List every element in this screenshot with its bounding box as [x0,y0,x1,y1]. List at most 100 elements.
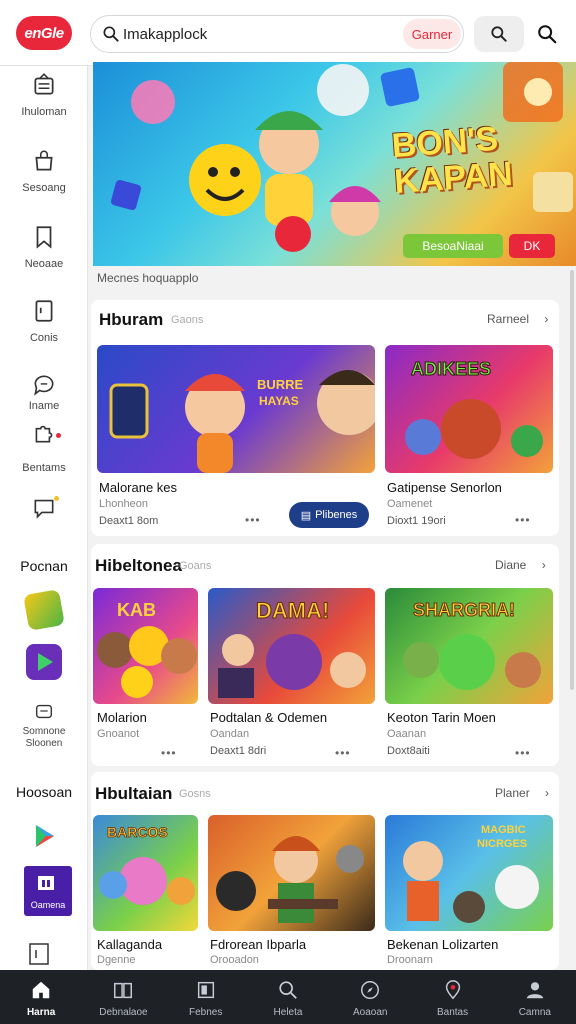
nav-label: Camna [518,1007,551,1018]
section-subtitle: Gaons [171,314,204,326]
svg-text:NICRGES: NICRGES [477,838,527,850]
section-title: Hbultaian [95,784,173,803]
more-options-icon[interactable]: ••• [515,513,531,527]
global-search-button[interactable] [522,16,572,52]
chat-icon [34,375,54,396]
game-thumbnail[interactable] [208,815,375,931]
sidebar-item-ihuloman[interactable]: Ihuloman [0,72,88,118]
game-thumbnail[interactable]: KAB [93,588,198,704]
game-thumbnail[interactable]: ADIKEES [385,345,553,473]
more-options-icon[interactable]: ••• [515,746,531,760]
nav-item-home[interactable]: Harna [0,970,82,1024]
hero-primary-button[interactable]: BesoaNiaai [403,234,503,258]
game-title: Fdrorean Ibparla [210,937,307,952]
sidebar-item-neoaae[interactable]: Neoaae [0,224,88,270]
game-thumbnail[interactable]: DAMA! [208,588,375,704]
section-title: Hibeltonea [95,556,182,575]
play-store-icon[interactable] [26,818,62,854]
more-options-icon[interactable]: ••• [161,746,177,760]
sidebar-item-bentams[interactable]: Bentams [0,420,88,474]
sidebar-app-store[interactable]: Somnone Sloonen [0,700,88,750]
search-input[interactable] [123,22,393,46]
nav-item-bantas[interactable]: Bantas [411,970,493,1024]
hero-ok-button[interactable]: DK [509,234,555,258]
sidebar-item-label: Ihuloman [21,106,67,118]
game-category: Gnoanot [97,728,140,740]
app-green-icon[interactable] [23,589,65,631]
compass-icon [361,981,380,999]
search-icon [538,25,557,44]
doc-app-icon[interactable] [28,942,50,966]
game-category: Oandan [210,728,250,740]
game-meta: Dioxt1 19ori [387,515,446,527]
store-icon [35,704,53,719]
section-more-link[interactable]: Rarneel › [487,312,548,326]
game-title: Molarion [97,710,147,725]
more-label: Diane [495,558,527,572]
nav-item-debnalaoe[interactable]: Debnalaoe [82,970,164,1024]
map-pin-icon [445,980,460,1000]
sidebar-item-iname[interactable]: Iname [0,372,88,412]
section-more-link[interactable]: Diane › [495,558,546,572]
sidebar-item-label: Bentams [22,462,66,474]
scrollbar[interactable] [570,270,574,690]
profile-icon [526,982,544,999]
game-title: Kallaganda [97,937,163,952]
hero-title: BON'S KAPAN [391,120,514,201]
sidebar-item-sesoang[interactable]: Sesoang [0,148,88,194]
search-submit-button[interactable]: Garner [403,19,461,49]
chevron-right-icon: › [541,558,546,572]
nav-item-febnes[interactable]: Febnes [165,970,247,1024]
game-thumbnail[interactable]: MAGBIC NICRGES [385,815,553,931]
sidebar-item-label: Iname [28,400,60,412]
game-thumbnail[interactable]: SHARGRIA! [385,588,553,704]
more-label: Rarneel [487,312,530,326]
game-thumbnail[interactable]: BURRE HAYAS [97,345,375,473]
hero-banner[interactable]: BON'S KAPAN BesoaNiaai DK [93,62,576,266]
nav-item-heleta[interactable]: Heleta [247,970,329,1024]
bottom-navigation: Harna Debnalaoe Febnes Heleta Aoaoan Ban… [0,970,576,1024]
sidebar-item-conis[interactable]: Conis [0,298,88,344]
home-icon [32,981,50,999]
app-logo[interactable]: enGle [16,16,72,50]
more-options-icon[interactable]: ••• [245,513,261,527]
nav-label: Aoaoan [353,1007,388,1018]
library-icon [197,981,214,999]
info-icon: ▤ [300,509,312,522]
status-dot [54,496,59,501]
nav-label: Harna [26,1007,56,1018]
media-app-icon[interactable]: Oamena [24,866,72,916]
book-icon [114,982,133,999]
nav-label: Febnes [189,1007,223,1018]
game-category: Lhonheon [99,498,148,510]
sidebar-group-title: Hoosoan [15,784,73,800]
game-category: Orooadon [210,954,259,966]
sidebar-item-feedback[interactable] [0,494,88,520]
svg-text:BURRE: BURRE [257,377,304,392]
puzzle-icon [35,425,53,443]
game-thumbnail[interactable]: BARCOS [93,815,198,931]
sidebar-group-title: Pocnan [20,558,68,574]
media-app-label: Oamena [30,900,66,910]
svg-text:BARCOS: BARCOS [107,824,168,840]
search-bar[interactable]: Garner [90,15,464,53]
nav-label: Bantas [436,1007,469,1018]
section-title: Hburam [99,310,164,329]
search-button[interactable] [474,16,524,52]
game-action-button[interactable]: ▤ Plibenes [289,502,369,528]
sidebar-app-label: Somnone Sloonen [22,726,66,749]
more-options-icon[interactable]: ••• [335,746,351,760]
nav-item-camna[interactable]: Camna [494,970,576,1024]
nav-label: Heleta [273,1007,303,1018]
section-card: Hibeltonea Goans Diane › KAB Molarion Gn… [91,544,559,766]
sidebar-item-label: Neoaae [24,258,64,270]
document-icon [35,300,53,322]
section-more-link[interactable]: Planer › [495,786,549,800]
svg-text:MAGBIC: MAGBIC [481,824,526,836]
nav-item-aoaoan[interactable]: Aoaoan [329,970,411,1024]
chevron-right-icon: › [544,312,549,326]
section-card: Hburam Gaons Rarneel › BURRE HAYAS Malora… [91,300,559,536]
play-icon[interactable] [26,644,62,680]
sidebar-item-label: Conis [29,332,59,344]
search-icon [103,26,119,42]
